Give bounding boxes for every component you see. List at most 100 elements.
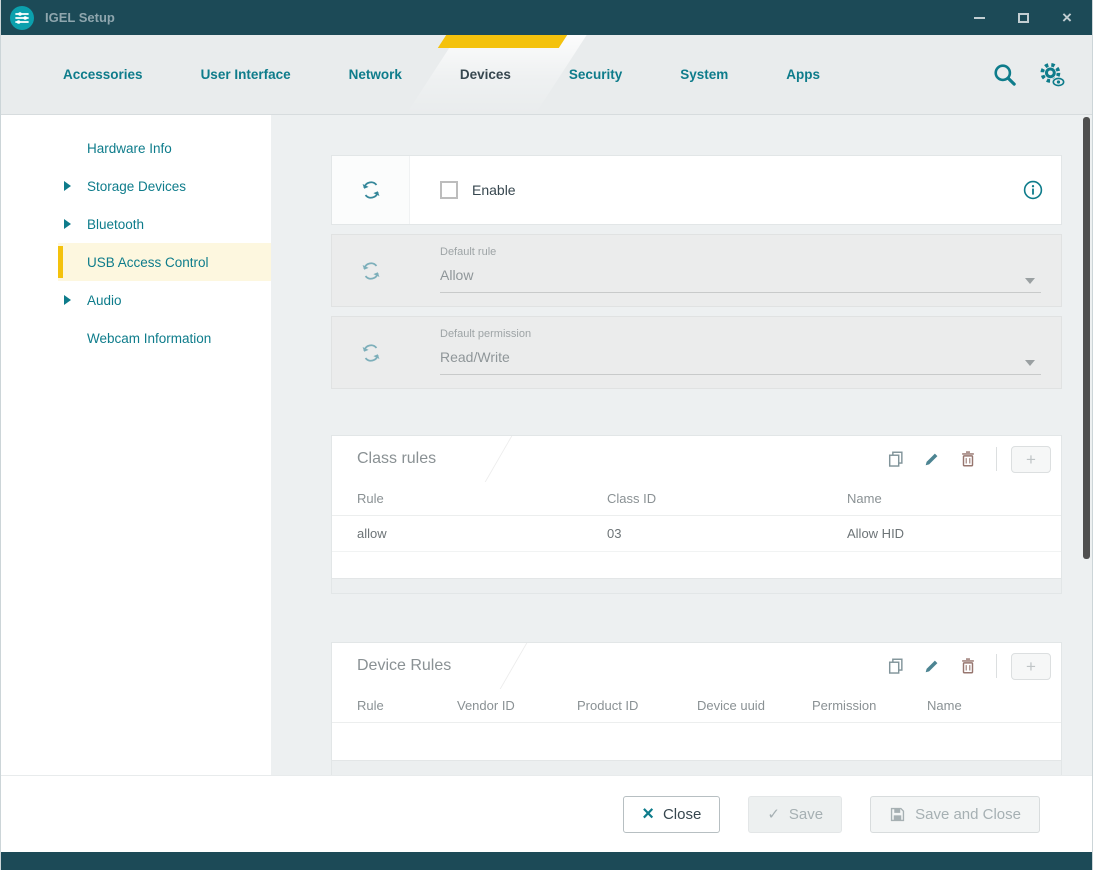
cell-name: Allow HID xyxy=(847,526,1049,541)
minimize-button[interactable] xyxy=(970,9,988,27)
igel-logo-icon xyxy=(9,5,35,31)
class-rule-row[interactable]: allow 03 Allow HID xyxy=(332,516,1061,552)
sidebar-item-usb-access-control[interactable]: USB Access Control xyxy=(1,243,271,281)
tab-label: Devices xyxy=(460,67,511,82)
window-controls: × xyxy=(970,9,1080,27)
sidebar-item-label: Storage Devices xyxy=(87,179,186,194)
column-header: Class ID xyxy=(607,491,847,506)
close-window-icon: × xyxy=(1062,9,1072,26)
column-header: Rule xyxy=(357,491,607,506)
vertical-scrollbar[interactable] xyxy=(1083,117,1090,559)
titlebar: IGEL Setup × xyxy=(1,0,1092,35)
reset-to-default-icon[interactable] xyxy=(332,317,410,388)
header-slant-divider xyxy=(500,643,543,689)
class-rules-header: Class rules xyxy=(332,436,1061,482)
device-rules-card: Device Rules xyxy=(331,642,1062,775)
expand-arrow-icon[interactable] xyxy=(64,181,71,191)
device-rules-header: Device Rules xyxy=(332,643,1061,689)
tab-apps[interactable]: Apps xyxy=(780,35,826,114)
expand-arrow-icon[interactable] xyxy=(64,219,71,229)
tab-bar: Accessories User Interface Network Devic… xyxy=(1,35,1092,115)
copy-icon[interactable] xyxy=(887,450,905,468)
tab-security[interactable]: Security xyxy=(563,35,628,114)
dropdown-caret-icon xyxy=(1025,360,1035,366)
close-button[interactable]: Close xyxy=(623,796,720,833)
table-footer-strip xyxy=(332,760,1061,775)
tab-network[interactable]: Network xyxy=(343,35,408,114)
cell-rule: allow xyxy=(357,526,607,541)
sidebar-item-label: Hardware Info xyxy=(87,141,172,156)
window-title: IGEL Setup xyxy=(45,10,970,25)
column-header: Product ID xyxy=(577,698,697,713)
window-bottom-edge xyxy=(1,852,1092,870)
tab-user-interface[interactable]: User Interface xyxy=(195,35,297,114)
window-body: Hardware Info Storage Devices Bluetooth … xyxy=(1,115,1092,775)
field-underline xyxy=(440,374,1041,375)
copy-icon[interactable] xyxy=(887,657,905,675)
dropdown-caret-icon xyxy=(1025,278,1035,284)
add-device-rule-button[interactable]: + xyxy=(1011,653,1051,680)
tab-label: Network xyxy=(349,67,402,82)
enable-card: Enable xyxy=(331,155,1062,225)
sidebar-item-webcam-information[interactable]: Webcam Information xyxy=(1,319,271,357)
toolbar-divider xyxy=(996,654,997,678)
save-button[interactable]: Save xyxy=(748,796,842,833)
tabbar-icons xyxy=(991,35,1066,114)
save-floppy-icon xyxy=(889,806,906,823)
edit-icon[interactable] xyxy=(923,657,941,675)
igel-setup-window: IGEL Setup × Accessories User Interface … xyxy=(0,0,1093,870)
column-header: Device uuid xyxy=(697,698,812,713)
device-rules-column-headers: Rule Vendor ID Product ID Device uuid Pe… xyxy=(332,689,1061,723)
column-header: Permission xyxy=(812,698,927,713)
sidebar-item-storage-devices[interactable]: Storage Devices xyxy=(1,167,271,205)
default-rule-select[interactable]: Default rule Allow xyxy=(410,235,1061,306)
tab-label: Security xyxy=(569,67,622,82)
add-class-rule-button[interactable]: + xyxy=(1011,446,1051,473)
settings-eye-icon[interactable] xyxy=(1038,61,1066,89)
default-permission-select[interactable]: Default permission Read/Write xyxy=(410,317,1061,388)
tab-devices[interactable]: Devices xyxy=(454,35,517,114)
sidebar-item-hardware-info[interactable]: Hardware Info xyxy=(1,129,271,167)
save-and-close-button-label: Save and Close xyxy=(915,806,1021,823)
class-rules-title: Class rules xyxy=(357,450,436,468)
close-x-icon xyxy=(642,804,654,824)
reset-to-default-icon[interactable] xyxy=(332,235,410,306)
tab-system[interactable]: System xyxy=(674,35,734,114)
maximize-icon xyxy=(1018,13,1029,23)
maximize-button[interactable] xyxy=(1014,9,1032,27)
sidebar-item-label: Bluetooth xyxy=(87,217,144,232)
field-underline xyxy=(440,292,1041,293)
column-header: Vendor ID xyxy=(457,698,577,713)
search-icon[interactable] xyxy=(991,61,1018,88)
close-button-label: Close xyxy=(663,806,701,823)
class-rules-card: Class rules xyxy=(331,435,1062,594)
column-header: Name xyxy=(927,698,1049,713)
delete-icon[interactable] xyxy=(959,657,977,675)
enable-label: Enable xyxy=(472,182,516,198)
minimize-icon xyxy=(974,17,985,19)
column-header: Rule xyxy=(357,698,457,713)
info-icon[interactable] xyxy=(1023,180,1043,200)
sidebar: Hardware Info Storage Devices Bluetooth … xyxy=(1,115,271,775)
delete-icon[interactable] xyxy=(959,450,977,468)
class-rules-column-headers: Rule Class ID Name xyxy=(332,482,1061,516)
sidebar-item-label: Audio xyxy=(87,293,122,308)
field-label: Default permission xyxy=(440,328,1041,340)
reset-to-default-icon[interactable] xyxy=(332,156,410,224)
cell-class-id: 03 xyxy=(607,526,847,541)
enable-checkbox[interactable] xyxy=(440,181,458,199)
edit-icon[interactable] xyxy=(923,450,941,468)
toolbar-divider xyxy=(996,447,997,471)
header-slant-divider xyxy=(485,436,528,482)
expand-arrow-icon[interactable] xyxy=(64,295,71,305)
field-label: Default rule xyxy=(440,246,1041,258)
enable-field: Enable xyxy=(410,181,516,199)
check-icon xyxy=(767,805,780,823)
save-and-close-button[interactable]: Save and Close xyxy=(870,796,1040,833)
close-window-button[interactable]: × xyxy=(1058,9,1076,27)
sidebar-item-bluetooth[interactable]: Bluetooth xyxy=(1,205,271,243)
table-footer-strip xyxy=(332,578,1061,593)
sidebar-item-audio[interactable]: Audio xyxy=(1,281,271,319)
field-value: Read/Write xyxy=(440,349,1041,365)
tab-accessories[interactable]: Accessories xyxy=(57,35,149,114)
